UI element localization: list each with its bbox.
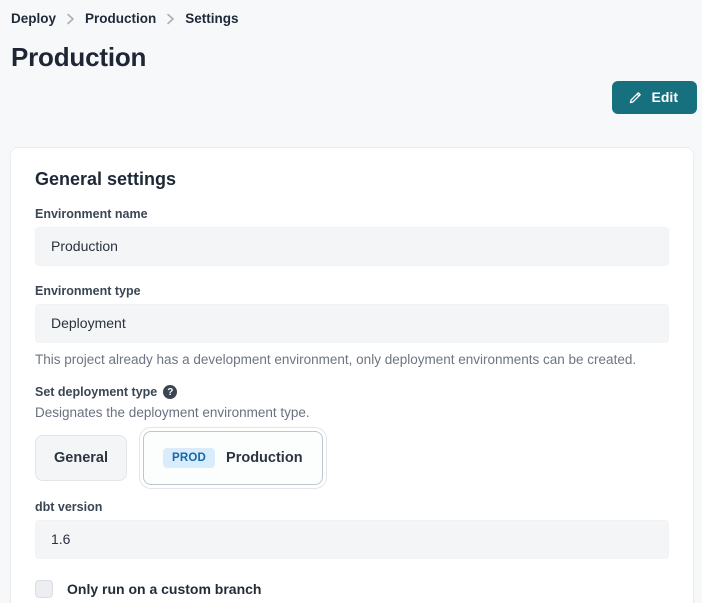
environment-name-field: Environment name	[35, 207, 669, 266]
environment-name-label: Environment name	[35, 207, 669, 221]
breadcrumb-item-settings: Settings	[185, 11, 238, 26]
custom-branch-checkbox[interactable]	[35, 580, 53, 598]
chevron-right-icon	[66, 13, 75, 25]
edit-button[interactable]: Edit	[612, 81, 697, 114]
custom-branch-label[interactable]: Only run on a custom branch	[67, 581, 261, 597]
breadcrumb-item-deploy[interactable]: Deploy	[11, 11, 56, 26]
environment-type-label: Environment type	[35, 284, 669, 298]
deployment-type-label-text: Set deployment type	[35, 385, 157, 399]
deployment-type-option-production-label: Production	[226, 450, 303, 466]
help-icon[interactable]: ?	[163, 385, 177, 399]
prod-badge: PROD	[163, 448, 215, 468]
custom-branch-row: Only run on a custom branch	[35, 580, 669, 598]
deployment-type-field: Set deployment type ? Designates the dep…	[35, 385, 669, 485]
breadcrumb: Deploy Production Settings	[0, 0, 702, 26]
chevron-right-icon	[166, 13, 175, 25]
edit-button-label: Edit	[652, 89, 678, 105]
deployment-type-label: Set deployment type ?	[35, 385, 669, 399]
page-title: Production	[11, 42, 702, 73]
breadcrumb-item-production[interactable]: Production	[85, 11, 156, 26]
environment-name-input[interactable]	[35, 227, 669, 266]
deployment-type-toggle-group: General PROD Production	[35, 431, 669, 485]
dbt-version-label: dbt version	[35, 500, 669, 514]
general-settings-card: General settings Environment name Enviro…	[10, 147, 694, 603]
pencil-icon	[628, 90, 643, 105]
environment-type-field: Environment type This project already ha…	[35, 284, 669, 367]
deployment-type-option-production[interactable]: PROD Production	[143, 431, 323, 485]
dbt-version-input[interactable]	[35, 520, 669, 559]
deployment-type-option-general[interactable]: General	[35, 435, 127, 481]
card-heading: General settings	[35, 169, 669, 190]
deployment-type-description: Designates the deployment environment ty…	[35, 405, 669, 420]
environment-type-helper-text: This project already has a development e…	[35, 352, 669, 367]
deployment-type-option-general-label: General	[54, 450, 108, 466]
dbt-version-field: dbt version	[35, 500, 669, 559]
environment-type-input[interactable]	[35, 304, 669, 343]
toolbar: Edit	[0, 81, 697, 114]
